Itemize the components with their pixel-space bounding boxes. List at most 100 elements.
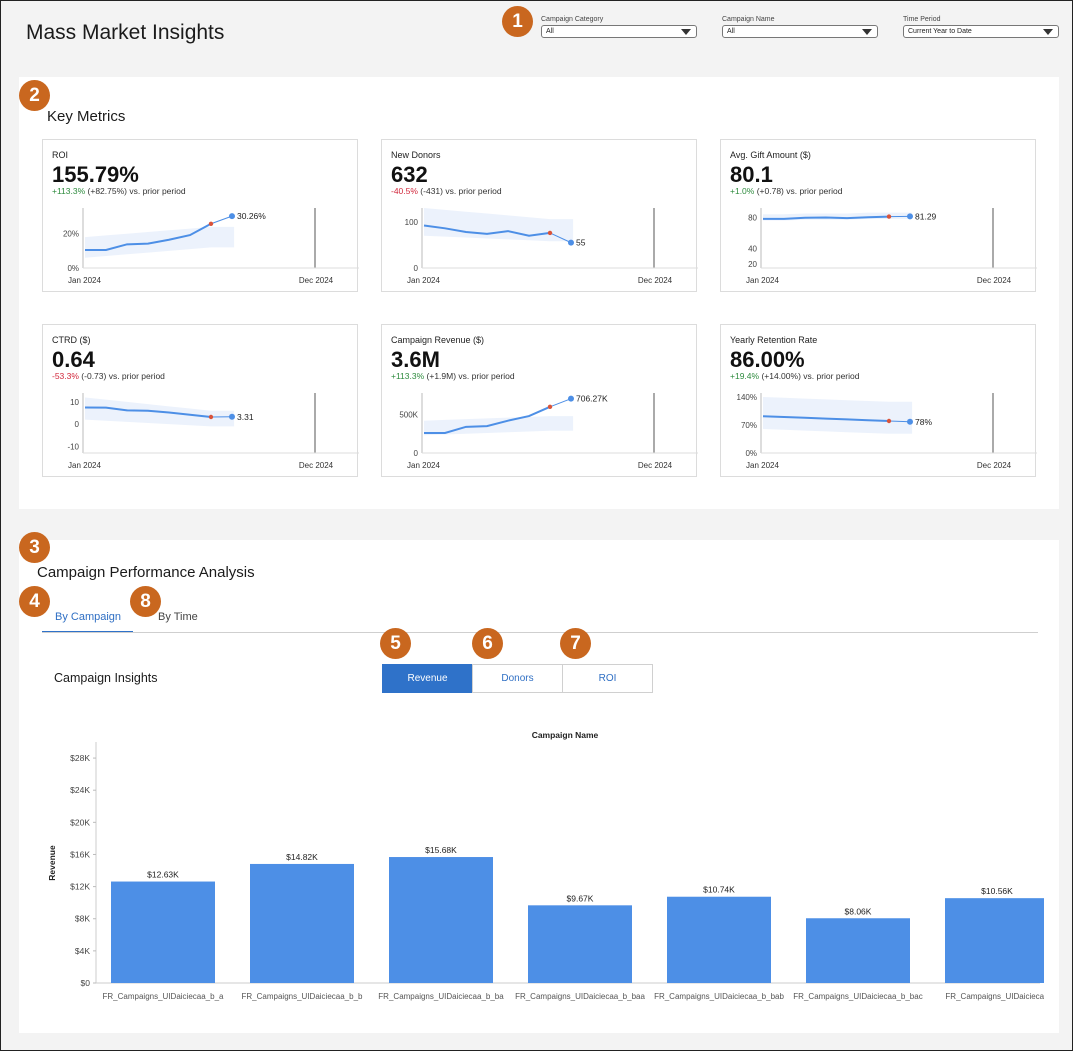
chart-title: Campaign Name <box>532 730 599 740</box>
kpi-card[interactable]: ROI 155.79% +113.3% (+82.75%) vs. prior pe… <box>42 139 359 292</box>
campaign-category-select[interactable]: All <box>541 25 697 38</box>
campaign-name-filter[interactable]: Campaign Name All <box>722 16 878 38</box>
y-tick-label: $16K <box>70 849 90 859</box>
kpi-delta-detail: (+1.9M) vs. prior period <box>424 371 515 381</box>
tab-divider <box>42 632 1038 633</box>
sparkline-current-point <box>208 414 214 420</box>
bar-data-label: $10.74K <box>703 885 735 895</box>
page-title: Mass Market Insights <box>26 21 225 44</box>
sparkline-y-tick: 0% <box>745 449 757 458</box>
sparkline-y-tick: 0 <box>414 449 419 458</box>
kpi-delta: +1.0% (+0.78) vs. prior period <box>730 186 842 196</box>
sparkline-y-tick: 20% <box>63 230 79 239</box>
sparkline-start-label: Jan 2024 <box>68 461 101 470</box>
filter-label: Campaign Name <box>722 16 775 23</box>
sparkline-start-label: Jan 2024 <box>68 276 101 285</box>
kpi-title: New Donors <box>391 150 441 160</box>
chevron-down-icon <box>681 29 691 35</box>
sparkline-y-tick: 140% <box>737 393 757 402</box>
sparkline-y-tick: 100 <box>405 218 419 227</box>
kpi-title: Yearly Retention Rate <box>730 335 818 345</box>
kpi-value: 155.79% <box>52 162 139 187</box>
kpi-sparkline: 3.31 10 0 -10 Jan 2024 Dec 2024 <box>67 393 359 470</box>
kpi-delta: +19.4% (+14.00%) vs. prior period <box>730 371 859 381</box>
tab-by-time[interactable]: By Time <box>158 611 198 623</box>
sparkline-y-tick: 0 <box>75 420 80 429</box>
sparkline-current-point <box>547 404 553 410</box>
campaign-category-filter[interactable]: Campaign Category All <box>541 16 697 38</box>
campaign-name-select[interactable]: All <box>722 25 878 38</box>
sparkline-last-label: 706.27K <box>576 394 608 404</box>
kpi-delta: -40.5% (-431) vs. prior period <box>391 186 502 196</box>
kpi-title: Campaign Revenue ($) <box>391 335 485 345</box>
sparkline-end-label: Dec 2024 <box>299 276 334 285</box>
select-value: Current Year to Date <box>908 28 972 35</box>
tab-by-campaign[interactable]: By Campaign <box>55 611 121 623</box>
y-axis-label: Revenue <box>47 845 57 881</box>
annotation-badge-6: 6 <box>472 628 503 659</box>
sparkline-end-label: Dec 2024 <box>638 276 673 285</box>
chevron-down-icon <box>862 29 872 35</box>
kpi-delta: +113.3% (+1.9M) vs. prior period <box>391 371 515 381</box>
sparkline-y-tick: 80 <box>748 213 757 222</box>
sparkline-last-point <box>229 213 235 220</box>
filter-label: Campaign Category <box>541 16 604 23</box>
bar <box>806 918 910 983</box>
campaign-insights-title: Campaign Insights <box>54 671 158 685</box>
sparkline-current-point <box>886 418 892 424</box>
annotation-badge-2: 2 <box>19 80 50 111</box>
revenue-toggle-button[interactable]: Revenue <box>382 664 473 693</box>
kpi-card[interactable]: Avg. Gift Amount ($) 80.1 +1.0% (+0.78) vs… <box>720 139 1037 292</box>
kpi-title: Avg. Gift Amount ($) <box>730 150 811 160</box>
kpi-card[interactable]: CTRD ($) 0.64 -53.3% (-0.73) vs. prior per… <box>42 324 359 477</box>
roi-toggle-button[interactable]: ROI <box>562 664 653 693</box>
bar-data-label: $9.67K <box>567 893 594 903</box>
kpi-delta-percent: -53.3% <box>52 371 79 381</box>
kpi-card[interactable]: New Donors 632 -40.5% (-431) vs. prior per… <box>381 139 698 292</box>
sparkline-current-point <box>208 221 214 226</box>
bar <box>250 863 354 983</box>
y-tick-label: $0 <box>81 978 91 988</box>
x-tick-label: FR_Campaigns_UIDaiciecaa <box>945 992 1044 1001</box>
kpi-sparkline: 55 100 0 Jan 2024 Dec 2024 <box>405 208 698 285</box>
kpi-value: 0.64 <box>52 347 95 372</box>
bar-data-label: $12.63K <box>147 870 179 880</box>
select-value: All <box>727 28 735 35</box>
kpi-title: CTRD ($) <box>52 335 91 345</box>
key-metrics-title: Key Metrics <box>47 108 126 125</box>
sparkline-start-label: Jan 2024 <box>746 461 779 470</box>
sparkline-current-point <box>547 230 553 236</box>
sparkline-last-label: 81.29 <box>915 211 937 221</box>
x-tick-label: FR_Campaigns_UIDaiciecaa_b_ba <box>378 992 504 1001</box>
annotation-badge-8: 8 <box>130 586 161 617</box>
kpi-sparkline: 706.27K 500K 0 Jan 2024 Dec 2024 <box>399 393 698 470</box>
sparkline-last-label: 30.26% <box>237 211 266 221</box>
kpi-value: 3.6M <box>391 347 440 372</box>
kpi-card[interactable]: Yearly Retention Rate 86.00% +19.4% (+14.0… <box>720 324 1037 477</box>
sparkline-y-tick: 20 <box>748 260 757 269</box>
donors-toggle-button[interactable]: Donors <box>472 664 563 693</box>
bar-data-label: $15.68K <box>425 845 457 855</box>
sparkline-last-point <box>229 413 235 420</box>
sparkline-y-tick: 10 <box>70 398 79 407</box>
x-tick-label: FR_Campaigns_UIDaiciecaa_b_baa <box>515 992 645 1001</box>
time-period-filter[interactable]: Time Period Current Year to Date <box>903 16 1059 38</box>
kpi-card[interactable]: Campaign Revenue ($) 3.6M +113.3% (+1.9M) … <box>381 324 698 477</box>
kpi-delta-detail: (+14.00%) vs. prior period <box>759 371 860 381</box>
sparkline-y-tick: 0% <box>67 264 79 273</box>
annotation-badge-5: 5 <box>380 628 411 659</box>
sparkline-last-point <box>568 395 574 402</box>
kpi-delta-detail: (+0.78) vs. prior period <box>754 186 843 196</box>
sparkline-forecast-band <box>424 208 574 242</box>
chevron-down-icon <box>1043 29 1053 35</box>
sparkline-start-label: Jan 2024 <box>407 276 440 285</box>
bar <box>111 881 215 983</box>
bar-data-label: $8.06K <box>845 906 872 916</box>
annotation-badge-3: 3 <box>19 532 50 563</box>
bar <box>389 857 493 983</box>
sparkline-last-point <box>907 213 913 220</box>
sparkline-current-point <box>886 214 892 219</box>
bar <box>945 898 1044 983</box>
y-tick-label: $24K <box>70 785 90 795</box>
time-period-select[interactable]: Current Year to Date <box>903 25 1059 38</box>
